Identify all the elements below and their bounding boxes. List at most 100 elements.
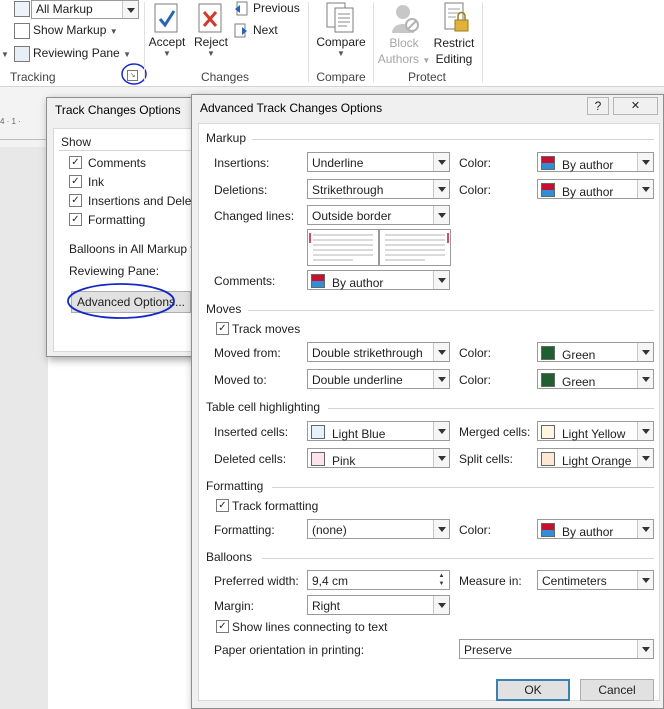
deleted-cells-select[interactable]: Pink [307, 448, 450, 468]
spin-up-icon[interactable]: ▲ [435, 572, 448, 580]
document-margin [0, 147, 48, 709]
formatting-checkbox[interactable]: ✓ [69, 213, 82, 226]
formatting-select[interactable]: (none) [307, 519, 450, 539]
formatting-label: Formatting: [214, 523, 275, 537]
track-moves-checkbox[interactable]: ✓ [216, 322, 229, 335]
deletions-color-select[interactable]: By author [537, 179, 654, 199]
inserted-cells-select[interactable]: Light Blue [307, 421, 450, 441]
merged-cells-select[interactable]: Light Yellow [537, 421, 654, 441]
moved-to-label: Moved to: [214, 373, 267, 387]
previous-icon [235, 1, 248, 16]
insertions-deletions-checkbox[interactable]: ✓ [69, 194, 82, 207]
track-formatting-checkbox[interactable]: ✓ [216, 499, 229, 512]
insertions-select[interactable]: Underline [307, 152, 450, 172]
moved-to-select[interactable]: Double underline [307, 369, 450, 389]
compare-icon [326, 2, 354, 33]
moved-from-color-select[interactable]: Green [537, 342, 654, 362]
split-cells-select[interactable]: Light Orange [537, 448, 654, 468]
insertions-deletions-checkbox-label: Insertions and Deleti [88, 194, 198, 208]
markup-display-combo[interactable]: All Markup [31, 0, 139, 19]
margin-label: Margin: [214, 599, 255, 613]
inserted-cells-label: Inserted cells: [214, 425, 289, 439]
reviewing-pane-icon [14, 46, 30, 62]
spin-down-icon[interactable]: ▼ [435, 580, 448, 588]
ribbon-separator [308, 2, 309, 82]
formatting-color-select[interactable]: By author [537, 519, 654, 539]
reviewing-pane-label: Reviewing Pane: [69, 264, 160, 278]
block-authors-button[interactable]: Block Authors ▼ [375, 35, 433, 69]
ruler-line [0, 139, 48, 140]
comments-color-select[interactable]: By author [307, 270, 450, 290]
protect-group-label: Protect [407, 70, 446, 84]
accept-button[interactable]: Accept ▼ [145, 35, 189, 58]
green-swatch [541, 346, 555, 360]
changed-lines-label: Changed lines: [214, 209, 295, 223]
margin-select[interactable]: Right [307, 595, 450, 615]
comments-checkbox[interactable]: ✓ [69, 156, 82, 169]
balloons-section-line [262, 558, 654, 559]
light-yellow-swatch [541, 425, 555, 439]
show-section-label: Show [61, 135, 92, 149]
formatting-checkbox-label: Formatting [88, 213, 146, 227]
reviewing-pane-button[interactable]: Reviewing Pane ▼ [33, 46, 131, 60]
light-orange-swatch [541, 452, 555, 466]
compare-button[interactable]: Compare ▼ [312, 35, 370, 58]
restrict-editing-icon [444, 2, 469, 32]
markup-section-label: Markup [206, 131, 247, 145]
deletions-color-label: Color: [459, 183, 492, 197]
next-icon [234, 23, 247, 38]
dialog-title: Track Changes Options [55, 103, 181, 117]
track-formatting-label: Track formatting [232, 499, 319, 513]
moves-section-label: Moves [206, 302, 242, 316]
insertions-color-label: Color: [459, 156, 492, 170]
paper-orientation-select[interactable]: Preserve [459, 639, 654, 659]
insertions-color-select[interactable]: By author [537, 152, 654, 172]
ok-button[interactable]: OK [496, 679, 570, 701]
changed-lines-preview [307, 229, 451, 266]
accept-icon [154, 3, 178, 33]
comments-label: Comments: [214, 274, 276, 288]
moves-section-line [248, 310, 654, 311]
show-lines-checkbox[interactable]: ✓ [216, 620, 229, 633]
light-blue-swatch [311, 425, 325, 439]
reject-button[interactable]: Reject ▼ [190, 35, 232, 58]
show-markup-icon [14, 23, 30, 39]
track-moves-label: Track moves [232, 322, 301, 336]
table-section-label: Table cell highlighting [206, 400, 321, 414]
table-section-line [328, 408, 654, 409]
deletions-select[interactable]: Strikethrough [307, 179, 450, 199]
measure-in-select[interactable]: Centimeters [537, 570, 654, 590]
previous-button[interactable]: Previous [253, 1, 300, 15]
split-cells-label: Split cells: [459, 452, 514, 466]
dialog-title: Advanced Track Changes Options [200, 101, 383, 115]
preferred-width-spinner[interactable]: 9,4 cm ▲ ▼ [307, 570, 450, 590]
ink-checkbox[interactable]: ✓ [69, 175, 82, 188]
changed-lines-select[interactable]: Outside border [307, 205, 450, 225]
formatting-color-label: Color: [459, 523, 492, 537]
moved-from-select[interactable]: Double strikethrough [307, 342, 450, 362]
ink-checkbox-label: Ink [88, 175, 105, 189]
balloons-section-label: Balloons [206, 550, 253, 564]
show-section-line [59, 150, 201, 151]
left-collapse-arrow[interactable]: ▼ [1, 50, 9, 59]
track-changes-options-dialog: Track Changes Options Show ✓ Comments ✓ … [46, 97, 208, 357]
show-markup-button[interactable]: Show Markup ▼ [33, 23, 118, 37]
cancel-button[interactable]: Cancel [580, 679, 654, 701]
help-button[interactable]: ? [587, 97, 609, 115]
ribbon-separator [373, 2, 374, 82]
moved-to-color-select[interactable]: Green [537, 369, 654, 389]
restrict-editing-button[interactable]: Restrict Editing [430, 35, 478, 67]
merged-cells-label: Merged cells: [459, 425, 531, 439]
next-button[interactable]: Next [253, 23, 278, 37]
deleted-cells-label: Deleted cells: [214, 452, 287, 466]
markup-section-line [252, 139, 654, 140]
block-authors-icon [392, 5, 419, 33]
preferred-width-label: Preferred width: [214, 574, 299, 588]
by-author-swatch [541, 523, 555, 537]
ribbon-separator [482, 2, 483, 82]
formatting-section-label: Formatting [206, 479, 264, 493]
formatting-section-line [272, 487, 654, 488]
measure-in-label: Measure in: [459, 574, 522, 588]
close-button[interactable]: ✕ [613, 97, 658, 115]
paper-orientation-label: Paper orientation in printing: [214, 643, 365, 657]
